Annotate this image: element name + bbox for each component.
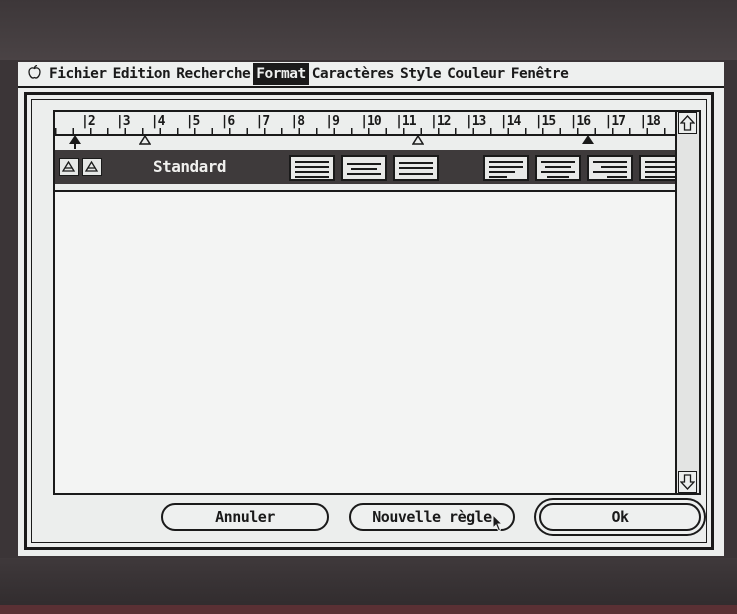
arrow-up-icon[interactable] — [678, 112, 697, 134]
cancel-button[interactable]: Annuler — [161, 503, 329, 531]
right-margin-marker[interactable] — [582, 135, 594, 144]
text-area[interactable] — [55, 192, 675, 493]
ruler-number: |3 — [115, 114, 131, 129]
menu-bar: Fichier Edition Recherche Format Caractè… — [18, 62, 724, 88]
new-rule-button[interactable]: Nouvelle règle — [349, 503, 515, 531]
ruler-number: |5 — [185, 114, 201, 129]
ruler-number: |12 — [430, 114, 452, 129]
tab-marker[interactable] — [412, 135, 424, 145]
ok-button[interactable]: Ok — [539, 503, 701, 531]
align-center-button[interactable] — [341, 155, 387, 181]
ruler-number: |13 — [464, 114, 487, 129]
ruler-number: |15 — [534, 114, 557, 129]
menu-fichier[interactable]: Fichier — [46, 63, 110, 85]
ruler-number: |17 — [604, 114, 627, 129]
spacing-down-button[interactable] — [59, 158, 79, 176]
menu-caracteres[interactable]: Caractères — [309, 63, 397, 85]
ruler-number: |4 — [150, 114, 166, 129]
apple-icon[interactable] — [24, 64, 44, 83]
menu-fenetre[interactable]: Fenêtre — [508, 63, 572, 85]
menu-couleur[interactable]: Couleur — [444, 63, 508, 85]
ruler-number: |16 — [569, 114, 592, 129]
monitor-bezel-top — [0, 0, 737, 60]
ruler-number: |7 — [255, 114, 271, 129]
menu-style[interactable]: Style — [397, 63, 444, 85]
ruler-number: |18 — [639, 114, 661, 129]
menu-format[interactable]: Format — [253, 63, 309, 85]
align-left-button[interactable] — [289, 155, 335, 181]
ruler-number: |9 — [325, 114, 340, 129]
align-right-button[interactable] — [393, 155, 439, 181]
ruler-number: |11 — [395, 114, 417, 129]
ruler-number: |2 — [81, 114, 96, 129]
justify-center-button[interactable] — [535, 155, 581, 181]
ruler-number: |6 — [220, 114, 236, 129]
ruler-editor-window: |2 |3 |4 |5 |6 |7 |8 |9 |10 |11 |12 |13 |14 |15 |16 |17… — [53, 110, 701, 495]
first-indent-marker[interactable] — [139, 135, 151, 145]
arrow-down-icon[interactable] — [678, 471, 697, 493]
ruler-number: |14 — [499, 114, 522, 129]
style-name-label: Standard — [153, 157, 227, 176]
vertical-scrollbar[interactable] — [675, 112, 699, 493]
ruler: |2 |3 |4 |5 |6 |7 |8 |9 |10 |11 |12 |13 |14 |15 |16 |17… — [55, 112, 675, 192]
spacing-up-button[interactable] — [82, 158, 102, 176]
ruler-number: |8 — [290, 114, 305, 129]
justify-right-button[interactable] — [587, 155, 633, 181]
paragraph-format-bar: Standard — [55, 150, 675, 184]
menu-edition[interactable]: Edition — [110, 63, 174, 85]
monitor-edge-stripe — [0, 605, 737, 614]
justify-full-button[interactable] — [639, 155, 675, 181]
ruler-dialog: |2 |3 |4 |5 |6 |7 |8 |9 |10 |11 |12 |13 |14 |15 |16 |17… — [24, 92, 714, 550]
menu-recherche[interactable]: Recherche — [173, 63, 253, 85]
left-margin-stem — [74, 143, 76, 149]
mouse-pointer-icon — [492, 514, 504, 532]
ruler-number: |10 — [360, 114, 382, 129]
justify-left-button[interactable] — [483, 155, 529, 181]
screen: Fichier Edition Recherche Format Caractè… — [18, 62, 724, 556]
